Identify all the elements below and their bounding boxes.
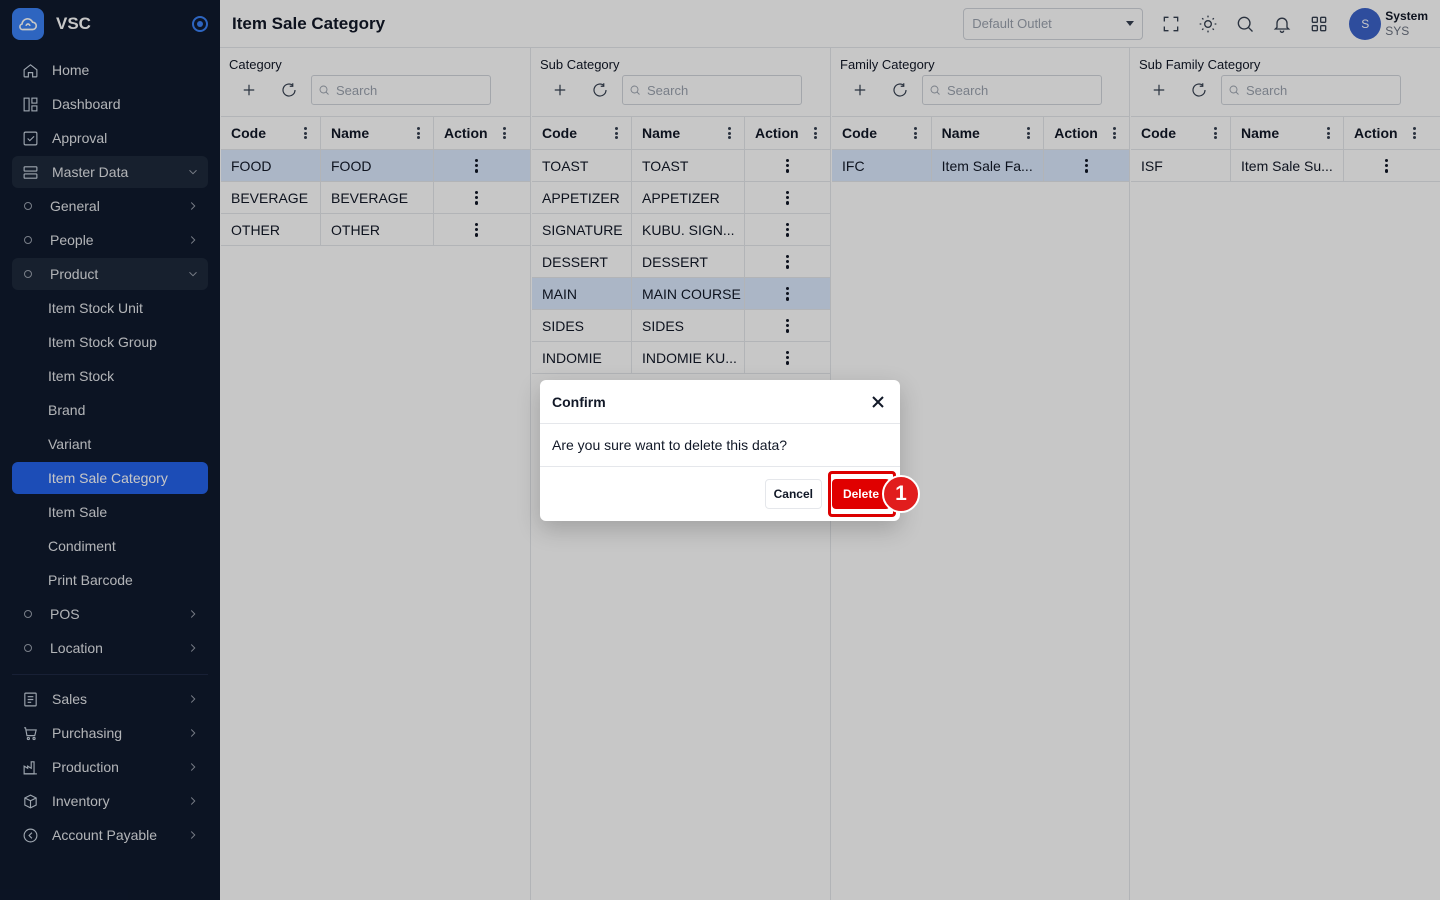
close-icon[interactable] — [868, 392, 888, 412]
cancel-button[interactable]: Cancel — [764, 479, 822, 509]
dialog-header: Confirm — [540, 380, 900, 424]
dialog-message: Are you sure want to delete this data? — [540, 424, 900, 467]
annotation-step-badge: 1 — [882, 475, 920, 513]
dialog-title: Confirm — [552, 393, 606, 410]
